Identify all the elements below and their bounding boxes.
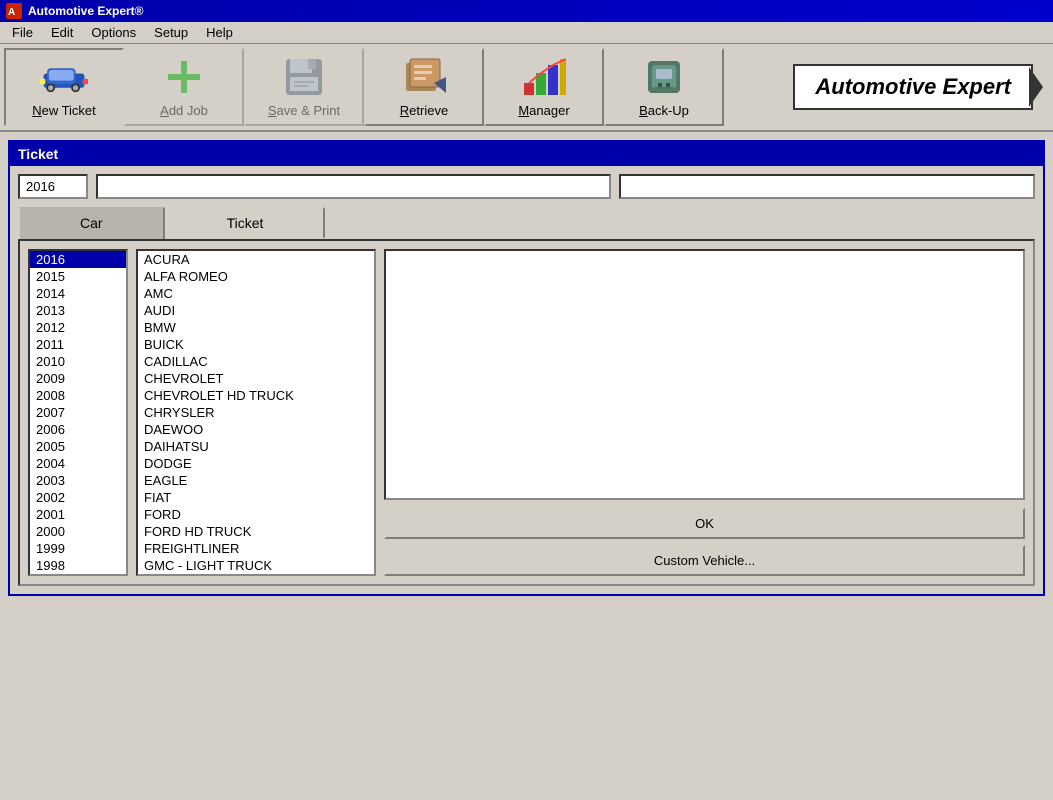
menu-help[interactable]: Help (198, 23, 241, 42)
add-job-button: Add Job (124, 48, 244, 126)
year-list-item[interactable]: 2008 (30, 387, 126, 404)
year-list-item[interactable]: 2014 (30, 285, 126, 302)
button-row: OK Custom Vehicle... (384, 508, 1025, 576)
make-list-item[interactable]: CADILLAC (138, 353, 374, 370)
title-bar: A Automotive Expert® (0, 0, 1053, 22)
year-list-item[interactable]: 2015 (30, 268, 126, 285)
brand-box: Automotive Expert (793, 64, 1033, 110)
main-content: Ticket Car Ticket (0, 132, 1053, 604)
ticket-fields-row (18, 174, 1035, 199)
year-list-item[interactable]: 2000 (30, 523, 126, 540)
retrieve-icon (400, 55, 448, 99)
custom-vehicle-button[interactable]: Custom Vehicle... (384, 545, 1025, 576)
year-list-item[interactable]: 2011 (30, 336, 126, 353)
retrieve-button[interactable]: Retrieve (364, 48, 484, 126)
menu-setup[interactable]: Setup (146, 23, 196, 42)
make-list-item[interactable]: CHEVROLET HD TRUCK (138, 387, 374, 404)
year-list-item[interactable]: 2016 (30, 251, 126, 268)
make-list-item[interactable]: DODGE (138, 455, 374, 472)
make-list-container: ACURAALFA ROMEOAMCAUDIBMWBUICKCADILLACCH… (136, 249, 376, 576)
make-list-item[interactable]: CHEVROLET (138, 370, 374, 387)
year-field[interactable] (18, 174, 88, 199)
make-list-item[interactable]: BMW (138, 319, 374, 336)
make-list-item[interactable]: ALFA ROMEO (138, 268, 374, 285)
year-list[interactable]: 2016201520142013201220112010200920082007… (28, 249, 128, 576)
brand-text: Automotive Expert (815, 74, 1011, 99)
add-job-label: Add Job (160, 103, 208, 118)
make-list-item[interactable]: CHRYSLER (138, 404, 374, 421)
make-list-item[interactable]: FORD HD TRUCK (138, 523, 374, 540)
year-list-item[interactable]: 2004 (30, 455, 126, 472)
toolbar: New Ticket Add Job Save & Pr (0, 44, 1053, 132)
make-list-item[interactable]: GMC - LIGHT TRUCK (138, 557, 374, 574)
info-box (384, 249, 1025, 500)
car-icon (40, 56, 88, 99)
make-list-item[interactable]: FORD (138, 506, 374, 523)
menu-options[interactable]: Options (83, 23, 144, 42)
year-list-item[interactable]: 2002 (30, 489, 126, 506)
year-list-item[interactable]: 1999 (30, 540, 126, 557)
year-list-item[interactable]: 2005 (30, 438, 126, 455)
new-ticket-button[interactable]: New Ticket (4, 48, 124, 126)
year-list-item[interactable]: 2001 (30, 506, 126, 523)
right-panel: OK Custom Vehicle... (384, 249, 1025, 576)
manager-label: Manager (518, 103, 569, 118)
make-list-item[interactable]: DAIHATSU (138, 438, 374, 455)
ticket-header: Ticket (10, 142, 1043, 166)
svg-text:A: A (8, 7, 15, 18)
ticket-body: Car Ticket 20162015201420132012201120102… (10, 166, 1043, 594)
backup-icon (640, 55, 688, 99)
make-list-item[interactable]: FREIGHTLINER (138, 540, 374, 557)
year-list-container: 2016201520142013201220112010200920082007… (28, 249, 128, 576)
make-list-item[interactable]: AMC (138, 285, 374, 302)
extra-field[interactable] (619, 174, 1035, 199)
back-up-label: Back-Up (639, 103, 689, 118)
tab-ticket[interactable]: Ticket (165, 207, 326, 239)
save-icon (280, 55, 328, 99)
year-list-item[interactable]: 1998 (30, 557, 126, 574)
new-ticket-label: New Ticket (32, 103, 96, 118)
make-list[interactable]: ACURAALFA ROMEOAMCAUDIBMWBUICKCADILLACCH… (136, 249, 376, 576)
name-field[interactable] (96, 174, 611, 199)
year-list-item[interactable]: 2007 (30, 404, 126, 421)
lists-area: 2016201520142013201220112010200920082007… (18, 239, 1035, 586)
title-bar-text: Automotive Expert® (28, 4, 144, 18)
make-list-item[interactable]: DAEWOO (138, 421, 374, 438)
year-list-item[interactable]: 2013 (30, 302, 126, 319)
year-list-item[interactable]: 2006 (30, 421, 126, 438)
menu-edit[interactable]: Edit (43, 23, 81, 42)
year-list-item[interactable]: 2003 (30, 472, 126, 489)
brand-area: Automotive Expert (724, 48, 1049, 126)
save-print-button: Save & Print (244, 48, 364, 126)
tab-car[interactable]: Car (18, 207, 165, 239)
make-list-item[interactable]: BUICK (138, 336, 374, 353)
make-list-item[interactable]: EAGLE (138, 472, 374, 489)
menu-file[interactable]: File (4, 23, 41, 42)
year-list-item[interactable]: 2009 (30, 370, 126, 387)
save-print-label: Save & Print (268, 103, 340, 118)
back-up-button[interactable]: Back-Up (604, 48, 724, 126)
make-list-item[interactable]: AUDI (138, 302, 374, 319)
app-icon: A (6, 3, 22, 19)
make-list-item[interactable]: ACURA (138, 251, 374, 268)
manager-icon (520, 55, 568, 99)
retrieve-label: Retrieve (400, 103, 448, 118)
tabs-row: Car Ticket (18, 207, 1035, 239)
menu-bar: File Edit Options Setup Help (0, 22, 1053, 44)
year-list-item[interactable]: 2012 (30, 319, 126, 336)
add-icon (160, 55, 208, 99)
make-list-item[interactable]: FIAT (138, 489, 374, 506)
ok-button[interactable]: OK (384, 508, 1025, 539)
manager-button[interactable]: Manager (484, 48, 604, 126)
year-list-item[interactable]: 2010 (30, 353, 126, 370)
ticket-panel: Ticket Car Ticket (8, 140, 1045, 596)
ticket-header-label: Ticket (18, 146, 58, 162)
